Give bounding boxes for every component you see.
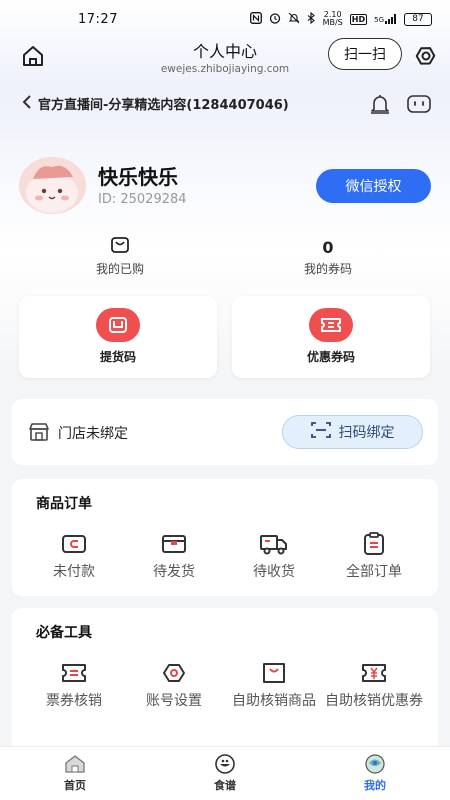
pickup-code-card[interactable]: 提货码 [19, 296, 217, 378]
bag-icon [110, 236, 130, 258]
tab-home-label: 首页 [64, 779, 86, 792]
order-to-receive[interactable]: 待收货 [224, 531, 324, 581]
clipboard-icon [324, 531, 424, 557]
wallet-icon [24, 531, 124, 557]
coupon-verify-icon [324, 660, 424, 686]
tool-account-settings[interactable]: 账号设置 [124, 660, 224, 710]
mute-icon [288, 12, 300, 27]
tool-self-verify-product-label: 自助核销商品 [232, 693, 316, 709]
banner-text: 官方直播间-分享精选内容(1284407046) [38, 97, 289, 113]
ticket-icon [24, 660, 124, 686]
tool-ticket-verify[interactable]: 票券核销 [24, 660, 124, 710]
coupon-ticket-icon [309, 308, 353, 342]
coupon-code-count: 0 [322, 237, 334, 257]
tool-self-verify-coupon-label: 自助核销优惠券 [325, 693, 423, 709]
recipe-bowl-icon [185, 753, 265, 775]
store-status-text: 门店未绑定 [58, 426, 128, 442]
avatar[interactable] [19, 157, 86, 214]
header-bar: 个人中心 ewejes.zhibojiaying.com 扫一扫 [0, 36, 450, 76]
tab-recipes[interactable]: 食谱 [185, 753, 265, 793]
tool-ticket-verify-label: 票券核销 [46, 693, 102, 709]
bottom-tab-bar: 首页 食谱 我的 [0, 746, 450, 800]
status-bar: 17:27 2.10 MB/S HD 5G 87 [0, 0, 450, 38]
package-icon [124, 531, 224, 557]
tools-title: 必备工具 [36, 625, 92, 641]
purchased-label: 我的已购 [95, 262, 144, 276]
hd-badge: HD [349, 13, 368, 25]
coupon-card[interactable]: 优惠券码 [232, 296, 430, 378]
tab-mine[interactable]: 我的 [335, 753, 415, 793]
username: 快乐快乐 [98, 165, 178, 189]
orders-title: 商品订单 [36, 496, 92, 512]
bell-icon[interactable] [368, 92, 392, 120]
signal-icon: 5G [374, 14, 397, 24]
battery-indicator: 87 [404, 12, 432, 26]
tool-self-verify-coupon[interactable]: 自助核销优惠券 [324, 660, 424, 710]
user-id: ID: 25029284 [98, 192, 187, 207]
live-room-banner[interactable]: 官方直播间-分享精选内容(1284407046) [0, 88, 450, 118]
order-all-label: 全部订单 [346, 564, 402, 580]
tab-recipes-label: 食谱 [214, 779, 236, 792]
store-icon [28, 422, 50, 446]
coupon-code-label: 我的券码 [303, 262, 352, 276]
account-settings-icon [124, 660, 224, 686]
scan-button[interactable]: 扫一扫 [328, 38, 402, 70]
tool-account-settings-label: 账号设置 [146, 693, 202, 709]
nfc-icon [249, 11, 262, 27]
network-speed: 2.10 MB/S [322, 10, 343, 27]
status-icons: 2.10 MB/S HD 5G 87 [249, 10, 432, 27]
scan-bind-label: 扫码绑定 [338, 425, 395, 441]
profile-tab-icon [335, 753, 415, 775]
bluetooth-icon [307, 11, 316, 27]
status-time: 17:27 [78, 11, 118, 27]
order-to-ship[interactable]: 待发货 [124, 531, 224, 581]
pickup-code-label: 提货码 [99, 350, 136, 364]
store-binding-card: 门店未绑定 扫码绑定 [12, 399, 438, 465]
tools-card: 必备工具 票券核销 账号设置 自助核销商品 自助核销优惠券 [12, 608, 438, 771]
pickup-code-icon [96, 308, 140, 342]
scan-frame-icon [310, 421, 331, 443]
orders-card: 商品订单 未付款 待发货 待收货 全部订单 [12, 479, 438, 596]
order-to-ship-label: 待发货 [153, 564, 195, 580]
wechat-auth-button[interactable]: 微信授权 [316, 169, 431, 203]
alarm-icon [269, 12, 281, 27]
gear-icon[interactable] [413, 43, 439, 69]
scan-bind-button[interactable]: 扫码绑定 [282, 415, 423, 449]
purchased-stat[interactable]: 我的已购 [20, 236, 220, 277]
coupon-code-stat[interactable]: 0 我的券码 [228, 236, 428, 277]
order-all[interactable]: 全部订单 [324, 531, 424, 581]
chevron-left-icon [22, 94, 32, 113]
truck-icon [224, 531, 324, 557]
tool-self-verify-product[interactable]: 自助核销商品 [224, 660, 324, 710]
coupon-label: 优惠券码 [306, 350, 355, 364]
robot-message-icon[interactable] [406, 93, 432, 119]
order-to-receive-label: 待收货 [253, 564, 295, 580]
product-verify-icon [224, 660, 324, 686]
tab-mine-label: 我的 [364, 779, 386, 792]
order-unpaid[interactable]: 未付款 [24, 531, 124, 581]
order-unpaid-label: 未付款 [53, 564, 95, 580]
home-tab-icon [35, 753, 115, 775]
tab-home[interactable]: 首页 [35, 753, 115, 793]
